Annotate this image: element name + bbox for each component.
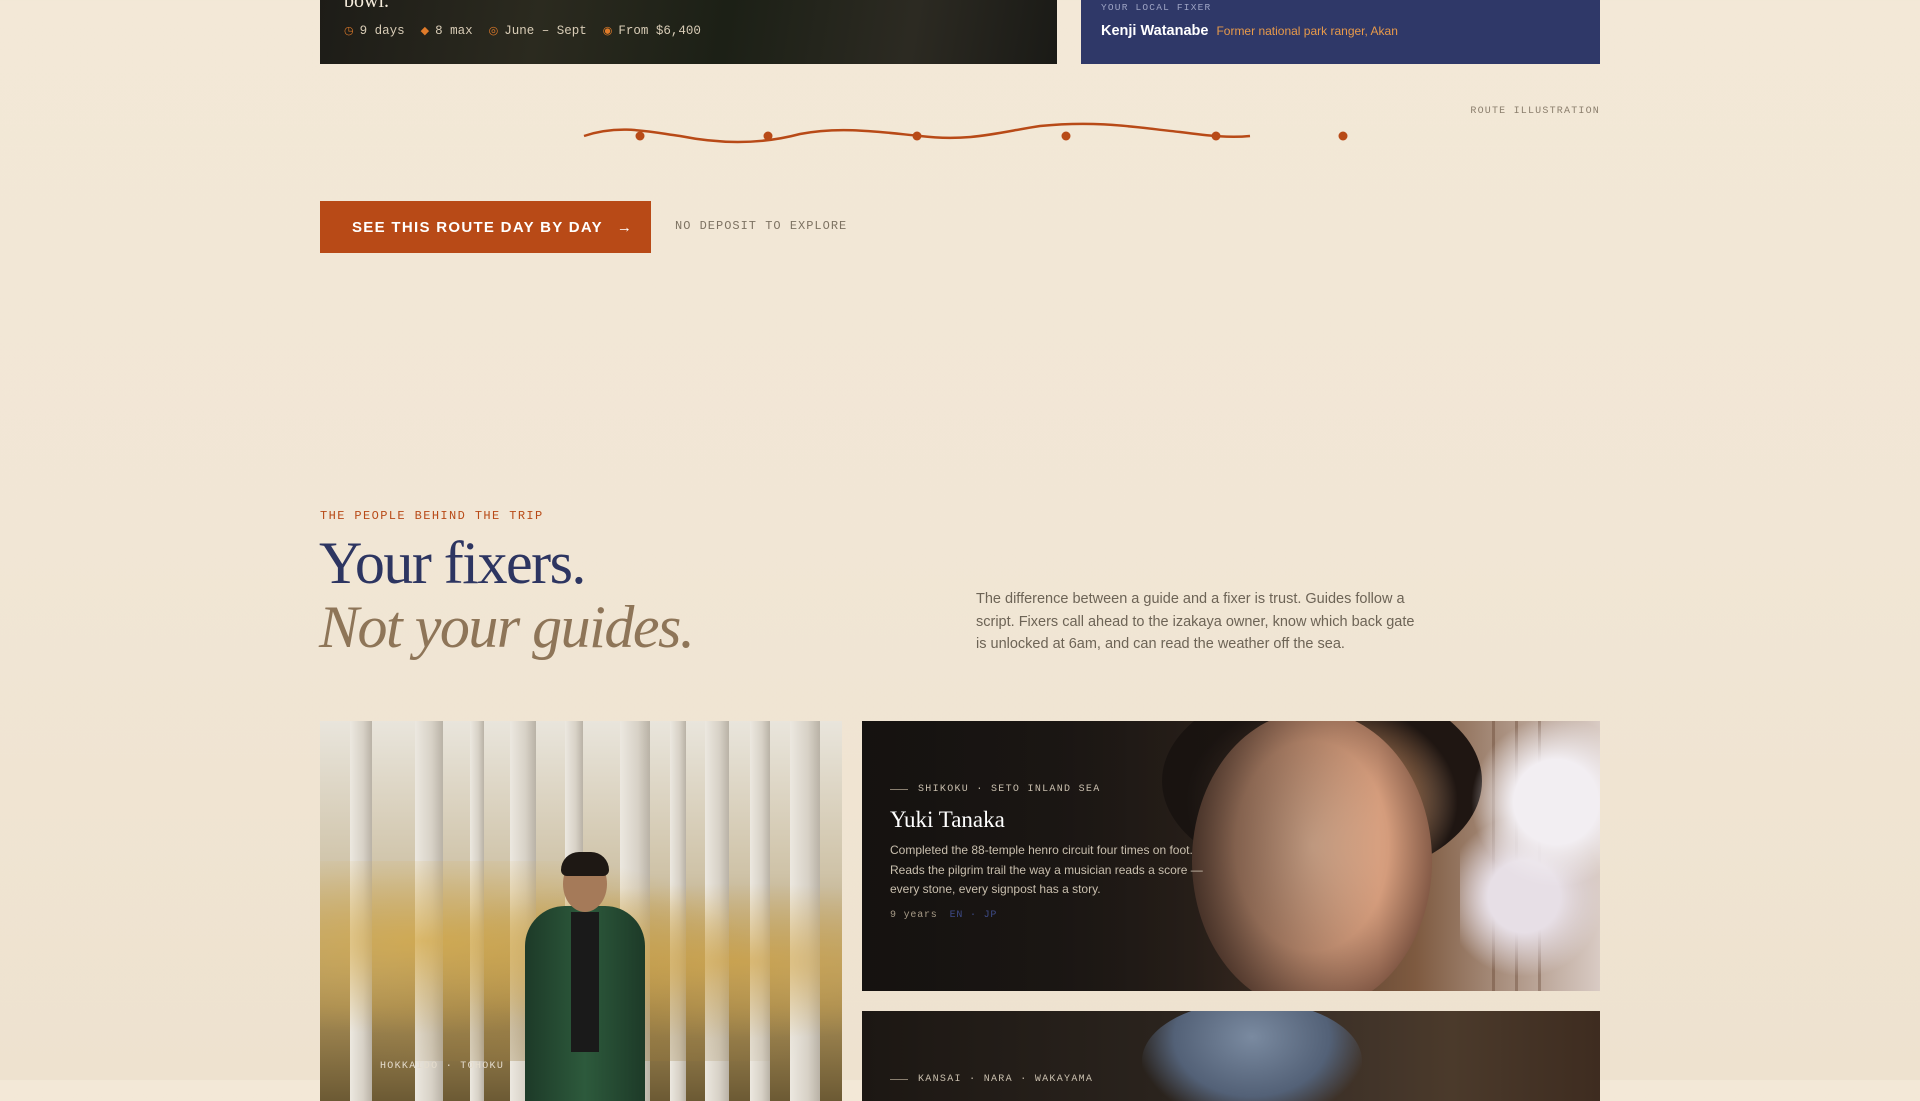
tour-season-text: June – Sept bbox=[504, 24, 587, 38]
fixer-name-yuki: Yuki Tanaka bbox=[890, 807, 1005, 832]
fixer-card-kansai[interactable]: KANSAI · NARA · WAKAYAMA bbox=[862, 1011, 1600, 1101]
fixer-name-row: Kenji Watanabe Former national park rang… bbox=[1101, 23, 1398, 39]
fixer-years-yuki: 9 years bbox=[890, 909, 938, 921]
section-heading: Your fixers. bbox=[319, 530, 586, 596]
fixer-region-shikoku: SHIKOKU · SETO INLAND SEA bbox=[890, 784, 1220, 795]
tour-title: bowl. bbox=[344, 0, 389, 12]
route-stop-3 bbox=[912, 131, 922, 141]
fixer-languages-yuki: EN · JP bbox=[949, 909, 998, 921]
route-illustration bbox=[583, 122, 1348, 144]
fixer-photo-hokkaido bbox=[525, 852, 645, 1101]
local-fixer-card[interactable]: YOUR LOCAL FIXER Kenji Watanabe Former n… bbox=[1081, 0, 1600, 64]
fixer-card-yuki[interactable]: SHIKOKU · SETO INLAND SEA Yuki Tanaka Co… bbox=[862, 721, 1600, 991]
fixer-name: Kenji Watanabe bbox=[1101, 23, 1209, 39]
route-stop-2 bbox=[763, 131, 773, 141]
tour-group-size-text: 8 max bbox=[435, 24, 473, 38]
section-subheading: Not your guides. bbox=[319, 594, 695, 660]
route-stop-1 bbox=[635, 131, 645, 141]
calendar-icon: ◎ bbox=[488, 26, 499, 38]
route-illustration-label: ROUTE ILLUSTRATION bbox=[1470, 106, 1600, 117]
arrow-right-icon: → bbox=[616, 218, 634, 236]
fixer-region-hokkaido: HOKKAIDO · TOHOKU bbox=[380, 1061, 505, 1072]
tour-meta: ◷ 9 days ◆ 8 max ◎ June – Sept ◉ From $6… bbox=[344, 24, 701, 38]
tour-duration-text: 9 days bbox=[359, 24, 405, 38]
route-stop-5 bbox=[1211, 131, 1221, 141]
clock-icon: ◷ bbox=[344, 26, 354, 38]
route-stop-4 bbox=[1061, 131, 1071, 141]
section-eyebrow: THE PEOPLE BEHIND THE TRIP bbox=[320, 509, 544, 523]
fixer-eyebrow: YOUR LOCAL FIXER bbox=[1101, 2, 1212, 13]
tour-price-text: From $6,400 bbox=[618, 24, 701, 38]
fixer-bio-yuki: Completed the 88-temple henro circuit fo… bbox=[890, 843, 1203, 896]
fixer-region-shikoku-text: SHIKOKU · SETO INLAND SEA bbox=[918, 784, 1101, 795]
tour-season: ◎ June – Sept bbox=[489, 24, 587, 38]
tour-price: ◉ From $6,400 bbox=[603, 24, 701, 38]
fixer-photo-kansai bbox=[1142, 1011, 1362, 1101]
see-route-button[interactable]: SEE THIS ROUTE DAY BY DAY → bbox=[320, 201, 651, 253]
section-intro: The difference between a guide and a fix… bbox=[976, 591, 1415, 652]
see-route-button-label: SEE THIS ROUTE DAY BY DAY bbox=[352, 218, 603, 236]
price-icon: ◉ bbox=[602, 26, 613, 38]
fixer-meta-yuki: 9 years EN · JP bbox=[890, 910, 1220, 921]
fixer-role: Former national park ranger, Akan bbox=[1216, 24, 1398, 38]
tour-card[interactable]: bowl. ◷ 9 days ◆ 8 max ◎ June – Sept ◉ F… bbox=[320, 0, 1057, 64]
tour-group-size: ◆ 8 max bbox=[421, 24, 473, 38]
deposit-note: NO DEPOSIT TO EXPLORE bbox=[675, 219, 848, 233]
group-icon: ◆ bbox=[420, 26, 430, 38]
tour-duration: ◷ 9 days bbox=[344, 24, 405, 38]
fixer-card-hokkaido[interactable]: HOKKAIDO · TOHOKU bbox=[320, 721, 842, 1101]
route-stop-6 bbox=[1338, 131, 1348, 141]
